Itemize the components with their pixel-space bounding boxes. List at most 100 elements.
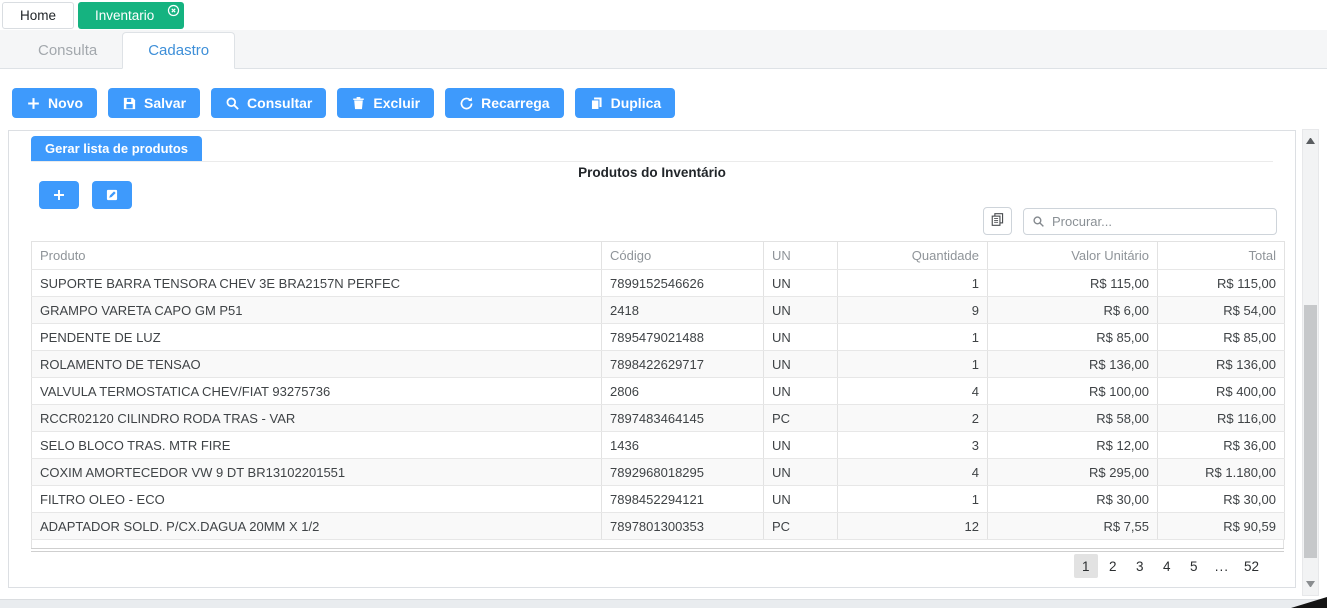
- table-cell: R$ 30,00: [1158, 486, 1285, 513]
- table-cell: UN: [764, 324, 838, 351]
- list-header: Gerar lista de produtos: [31, 136, 1273, 162]
- table-cell: RCCR02120 CILINDRO RODA TRAS - VAR: [32, 405, 602, 432]
- pagination: 12345...52: [1074, 554, 1265, 578]
- scroll-up-icon[interactable]: [1306, 138, 1315, 144]
- table-cell: SUPORTE BARRA TENSORA CHEV 3E BRA2157N P…: [32, 270, 602, 297]
- page-button-5[interactable]: 5: [1182, 554, 1206, 578]
- table-cell: 4: [838, 459, 988, 486]
- table-cell: R$ 85,00: [1158, 324, 1285, 351]
- table-cell: FILTRO OLEO - ECO: [32, 486, 602, 513]
- table-cell: R$ 6,00: [988, 297, 1158, 324]
- table-cell: PENDENTE DE LUZ: [32, 324, 602, 351]
- page-button-2[interactable]: 2: [1101, 554, 1125, 578]
- search-input[interactable]: [1023, 208, 1277, 235]
- tab-cadastro[interactable]: Cadastro: [122, 32, 235, 69]
- table-cell: GRAMPO VARETA CAPO GM P51: [32, 297, 602, 324]
- clipped-row: [31, 540, 1284, 548]
- copy-icon: [990, 212, 1005, 230]
- search-icon: [225, 96, 240, 111]
- column-header[interactable]: Valor Unitário: [988, 242, 1158, 270]
- table-row[interactable]: SELO BLOCO TRAS. MTR FIRE1436UN3R$ 12,00…: [32, 432, 1285, 459]
- nav-tab-bar: Consulta Cadastro: [0, 30, 1327, 69]
- excluir-button[interactable]: Excluir: [337, 88, 434, 118]
- salvar-button[interactable]: Salvar: [108, 88, 200, 118]
- table-cell: R$ 30,00: [988, 486, 1158, 513]
- pencil-square-icon: [105, 188, 119, 202]
- table-cell: R$ 90,59: [1158, 513, 1285, 540]
- page-button-52[interactable]: 52: [1238, 554, 1265, 578]
- table-cell: SELO BLOCO TRAS. MTR FIRE: [32, 432, 602, 459]
- generate-product-list-label: Gerar lista de produtos: [45, 141, 188, 156]
- novo-button[interactable]: Novo: [12, 88, 97, 118]
- table-cell: ADAPTADOR SOLD. P/CX.DAGUA 20MM X 1/2: [32, 513, 602, 540]
- table-cell: R$ 1.180,00: [1158, 459, 1285, 486]
- save-icon: [122, 96, 137, 111]
- table-row[interactable]: RCCR02120 CILINDRO RODA TRAS - VAR789748…: [32, 405, 1285, 432]
- table-cell: 1436: [602, 432, 764, 459]
- table-end-border: [31, 548, 1284, 552]
- page-button-4[interactable]: 4: [1155, 554, 1179, 578]
- table-cell: R$ 54,00: [1158, 297, 1285, 324]
- generate-product-list-button[interactable]: Gerar lista de produtos: [31, 136, 202, 161]
- window-bottom-strip: [0, 599, 1327, 608]
- table-row[interactable]: GRAMPO VARETA CAPO GM P512418UN9R$ 6,00R…: [32, 297, 1285, 324]
- table-cell: 7895479021488: [602, 324, 764, 351]
- table-row[interactable]: COXIM AMORTECEDOR VW 9 DT BR131022015517…: [32, 459, 1285, 486]
- duplica-button[interactable]: Duplica: [575, 88, 676, 118]
- table-cell: ROLAMENTO DE TENSAO: [32, 351, 602, 378]
- table-row[interactable]: VALVULA TERMOSTATICA CHEV/FIAT 932757362…: [32, 378, 1285, 405]
- table-cell: R$ 400,00: [1158, 378, 1285, 405]
- table-cell: R$ 12,00: [988, 432, 1158, 459]
- table-body: SUPORTE BARRA TENSORA CHEV 3E BRA2157N P…: [32, 270, 1285, 540]
- scrollbar-thumb[interactable]: [1304, 305, 1317, 558]
- button-label: Salvar: [144, 95, 186, 111]
- app-window: Home Inventario Consulta Cadastro Novo Sa…: [0, 0, 1327, 608]
- close-icon[interactable]: [167, 4, 180, 17]
- table-cell: PC: [764, 513, 838, 540]
- add-row-button[interactable]: [39, 181, 79, 209]
- table-row[interactable]: ADAPTADOR SOLD. P/CX.DAGUA 20MM X 1/2789…: [32, 513, 1285, 540]
- page-button-1[interactable]: 1: [1074, 554, 1098, 578]
- table-cell: 2806: [602, 378, 764, 405]
- row-actions: [39, 181, 132, 209]
- duplicate-icon: [589, 96, 604, 111]
- tab-consulta[interactable]: Consulta: [13, 33, 122, 68]
- button-label: Excluir: [373, 95, 420, 111]
- copy-table-button[interactable]: [983, 207, 1012, 235]
- table-cell: R$ 295,00: [988, 459, 1158, 486]
- edit-row-button[interactable]: [92, 181, 132, 209]
- table-cell: R$ 115,00: [988, 270, 1158, 297]
- table-cell: 3: [838, 432, 988, 459]
- table-controls: [983, 207, 1277, 235]
- column-header[interactable]: Quantidade: [838, 242, 988, 270]
- table-cell: UN: [764, 459, 838, 486]
- table-cell: 7898452294121: [602, 486, 764, 513]
- table-cell: UN: [764, 297, 838, 324]
- page-button-3[interactable]: 3: [1128, 554, 1152, 578]
- consultar-button[interactable]: Consultar: [211, 88, 326, 118]
- table-cell: 2418: [602, 297, 764, 324]
- table-row[interactable]: ROLAMENTO DE TENSAO7898422629717UN1R$ 13…: [32, 351, 1285, 378]
- column-header[interactable]: Código: [602, 242, 764, 270]
- plus-icon: [52, 188, 66, 202]
- column-header[interactable]: Total: [1158, 242, 1285, 270]
- table-cell: 1: [838, 486, 988, 513]
- table-row[interactable]: SUPORTE BARRA TENSORA CHEV 3E BRA2157N P…: [32, 270, 1285, 297]
- window-tab-home[interactable]: Home: [2, 2, 74, 29]
- table-row[interactable]: PENDENTE DE LUZ7895479021488UN1R$ 85,00R…: [32, 324, 1285, 351]
- products-table: ProdutoCódigoUNQuantidadeValor UnitárioT…: [31, 241, 1285, 540]
- recarrega-button[interactable]: Recarrega: [445, 88, 564, 118]
- tab-cadastro-label: Cadastro: [148, 42, 209, 59]
- table-cell: PC: [764, 405, 838, 432]
- tab-consulta-label: Consulta: [38, 42, 97, 59]
- button-label: Recarrega: [481, 95, 550, 111]
- table-cell: COXIM AMORTECEDOR VW 9 DT BR13102201551: [32, 459, 602, 486]
- column-header[interactable]: Produto: [32, 242, 602, 270]
- window-tab-inventario[interactable]: Inventario: [78, 2, 184, 29]
- table-header-row: ProdutoCódigoUNQuantidadeValor UnitárioT…: [32, 242, 1285, 270]
- table-cell: UN: [764, 486, 838, 513]
- column-header[interactable]: UN: [764, 242, 838, 270]
- scroll-down-icon[interactable]: [1306, 581, 1315, 587]
- table-row[interactable]: FILTRO OLEO - ECO7898452294121UN1R$ 30,0…: [32, 486, 1285, 513]
- vertical-scrollbar[interactable]: [1302, 129, 1319, 596]
